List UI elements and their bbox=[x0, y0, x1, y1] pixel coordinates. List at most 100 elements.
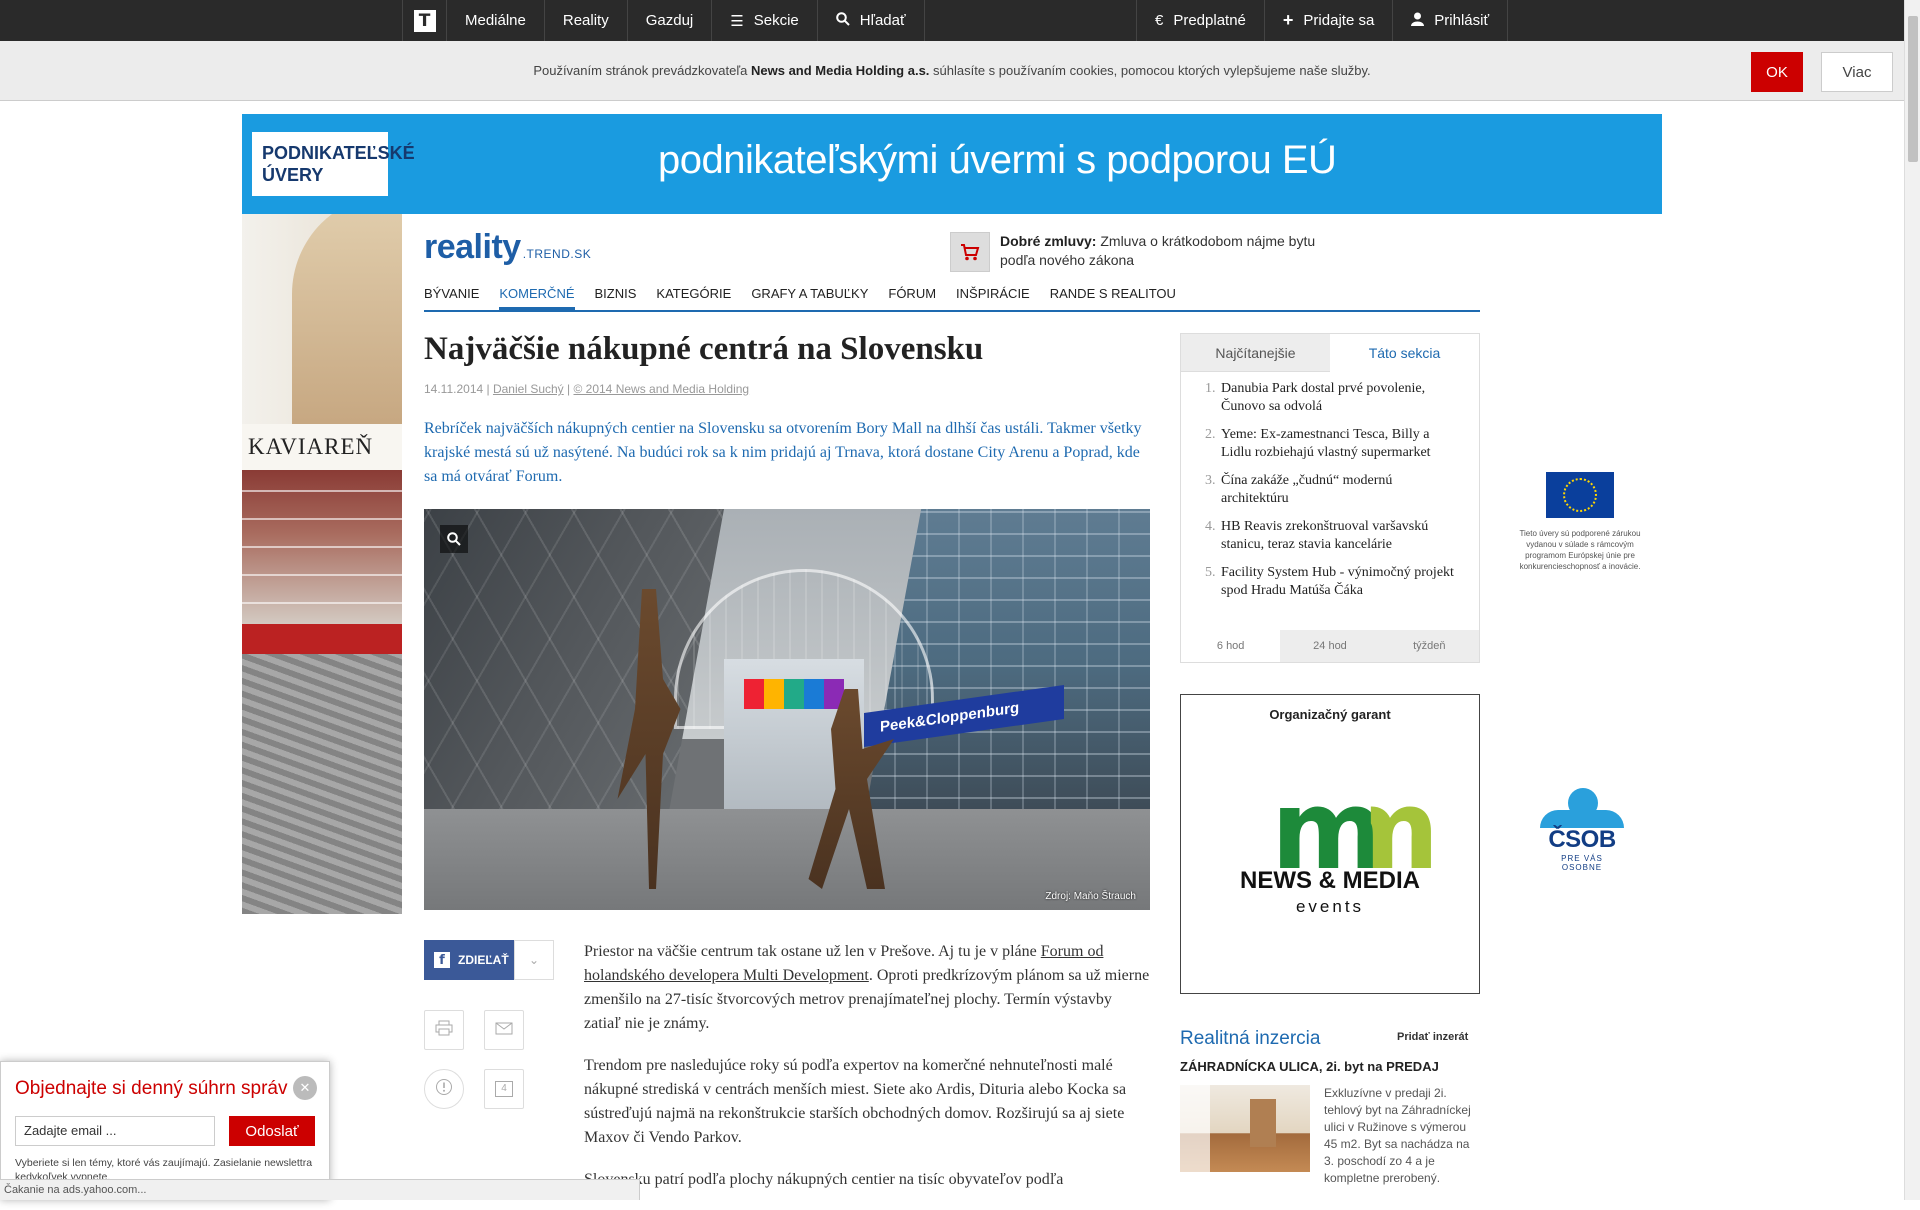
organizer-sub: events bbox=[1295, 897, 1365, 916]
comments-button[interactable]: 4 bbox=[484, 1069, 524, 1109]
user-icon bbox=[1411, 12, 1425, 30]
article-date: 14.11.2014 bbox=[424, 382, 484, 396]
list-item[interactable]: 5. Facility System Hub - výnimočný projek… bbox=[1205, 564, 1459, 600]
banner-ad-logo: PODNIKATEĽSKÉ ÚVERY bbox=[252, 132, 415, 196]
cookie-message: Používaním stránok prevádzkovateľa News … bbox=[533, 63, 1371, 78]
top-nav-gazduj[interactable]: Gazduj bbox=[626, 0, 712, 41]
newsletter-send-button[interactable]: Odoslať bbox=[229, 1116, 315, 1146]
trend-logo-button[interactable]: T bbox=[402, 0, 446, 41]
nav-rande-s-realitou[interactable]: Rande s realitou bbox=[1050, 276, 1176, 310]
close-icon[interactable]: ✕ bbox=[293, 1076, 317, 1100]
tab-tato-sekcia[interactable]: Táto sekcia bbox=[1330, 334, 1479, 372]
period-24-hod[interactable]: 24 hod bbox=[1280, 630, 1379, 662]
scrollbar-thumb[interactable] bbox=[1908, 16, 1918, 162]
browser-status-bar: Čakanie na ads.yahoo.com... bbox=[0, 1179, 640, 1200]
classified-headline[interactable]: ZÁHRADNÍCKA ULICA, 2i. byt na PREDAJ bbox=[1180, 1059, 1439, 1074]
csob-name: ČSOB bbox=[1548, 826, 1616, 853]
classified-description: Exkluzívne v predaji 2i. tehlový byt na … bbox=[1324, 1086, 1471, 1185]
search-icon bbox=[835, 11, 850, 30]
trend-logo-icon: T bbox=[413, 9, 436, 32]
classified-photo[interactable] bbox=[1180, 1085, 1310, 1172]
nav-forum[interactable]: Fórum bbox=[888, 276, 936, 310]
nav-grafy-a-tabulky[interactable]: Grafy a tabuľky bbox=[751, 276, 868, 310]
organizer-name: NEWS & MEDIA bbox=[1240, 867, 1420, 894]
nav-byvanie[interactable]: Bývanie bbox=[424, 276, 479, 310]
facebook-share-button[interactable]: f ZDIEĽAŤ bbox=[424, 940, 514, 980]
add-classified-link[interactable]: Pridať inzerát bbox=[1397, 1031, 1468, 1043]
section-navigation: Bývanie Komerčné Biznis Kategórie Grafy … bbox=[424, 276, 1480, 312]
nav-kategorie[interactable]: Kategórie bbox=[656, 276, 731, 310]
photo-credit: Zdroj: Maňo Štrauch bbox=[1045, 891, 1136, 902]
share-more-dropdown[interactable]: ⌄ bbox=[514, 940, 554, 980]
skyscraper-ad-cafe[interactable]: KAVIAREŇ bbox=[242, 214, 402, 914]
promo-text: Dobré zmluvy: Zmluva o krátkodobom nájme… bbox=[1000, 233, 1316, 268]
zoom-icon[interactable] bbox=[440, 525, 468, 553]
top-nav-reality[interactable]: Reality bbox=[543, 0, 627, 41]
top-nav-medialne[interactable]: Mediálne bbox=[446, 0, 544, 41]
article-body: Priestor na väčšie centrum tak ostane už… bbox=[584, 940, 1150, 1210]
article-photo[interactable]: Peek&Cloppenburg Zdroj: Maňo Štrauch bbox=[424, 509, 1150, 910]
news-media-logo-mark: m bbox=[1271, 766, 1386, 894]
page-scrollbar[interactable] bbox=[1904, 0, 1920, 1200]
banner-ad-headline: podnikateľskými úvermi s podporou EÚ bbox=[658, 138, 1337, 182]
article-paragraph: Trendom pre nasledujúce roky sú podľa ex… bbox=[584, 1057, 1127, 1146]
cookie-consent-bar: Používaním stránok prevádzkovateľa News … bbox=[0, 41, 1904, 101]
eu-ad-text: Tieto úvery sú podporené zárukou vydanou… bbox=[1519, 529, 1641, 571]
period-tyzden[interactable]: týždeň bbox=[1380, 630, 1479, 662]
article-lead: Rebríček najväčších nákupných centier na… bbox=[424, 420, 1142, 485]
most-read-widget: Najčítanejšie Táto sekcia 1. Danubia Park… bbox=[1180, 333, 1480, 663]
facebook-icon: f bbox=[434, 952, 450, 968]
email-field[interactable]: Zadajte email ... bbox=[15, 1116, 215, 1146]
article-paragraph: Slovensku patrí podľa plochy nákupných c… bbox=[584, 1171, 1064, 1188]
top-nav-predplatne[interactable]: € Predplatné bbox=[1136, 0, 1264, 41]
list-item[interactable]: 4. HB Reavis zrekonštruoval varšavskú sta… bbox=[1205, 518, 1459, 554]
print-button[interactable] bbox=[424, 1010, 464, 1050]
article-copyright-link[interactable]: © 2014 News and Media Holding bbox=[573, 382, 749, 396]
euro-icon: € bbox=[1155, 12, 1164, 29]
article-title: Najväčšie nákupné centrá na Slovensku bbox=[424, 331, 984, 367]
print-icon bbox=[435, 1020, 453, 1040]
period-6-hod[interactable]: 6 hod bbox=[1181, 630, 1281, 662]
report-button[interactable] bbox=[424, 1069, 464, 1109]
list-item[interactable]: 1. Danubia Park dostal prvé povolenie, Ču… bbox=[1205, 380, 1459, 416]
organizer-ad[interactable]: Organizačný garant m m NEWS & MEDIA even… bbox=[1180, 694, 1480, 994]
period-switcher: 6 hod 24 hod týždeň bbox=[1181, 630, 1479, 662]
article-meta: 14.11.2014 | Daniel Suchý | © 2014 News … bbox=[424, 382, 750, 396]
banner-ad[interactable]: PODNIKATEĽSKÉ ÚVERY podnikateľskými úver… bbox=[242, 114, 1662, 214]
article-paragraph: Priestor na väčšie centrum tak ostane už… bbox=[584, 943, 1150, 1032]
envelope-icon bbox=[495, 1022, 513, 1039]
top-nav-sekcie[interactable]: ☰ Sekcie bbox=[711, 0, 816, 41]
top-nav-pridajte-sa[interactable]: + Pridajte sa bbox=[1263, 0, 1392, 41]
plus-icon: + bbox=[1282, 10, 1294, 30]
comment-icon: 4 bbox=[495, 1081, 513, 1097]
cookie-ok-button[interactable]: OK bbox=[1751, 52, 1803, 92]
list-item[interactable]: 3. Čína zakáže „čudnú“ modernú architektú… bbox=[1205, 472, 1459, 508]
cookie-more-button[interactable]: Viac bbox=[1821, 52, 1893, 92]
eu-flag-icon bbox=[1546, 472, 1614, 518]
newsletter-title: Objednajte si denný súhrn správ bbox=[15, 1078, 288, 1099]
most-read-list: 1. Danubia Park dostal prvé povolenie, Ču… bbox=[1181, 372, 1479, 600]
eu-guarantee-ad[interactable]: Tieto úvery sú podporené zárukou vydanou… bbox=[1516, 472, 1644, 572]
nav-inspiracie[interactable]: Inšpirácie bbox=[956, 276, 1030, 310]
menu-icon: ☰ bbox=[730, 12, 744, 30]
top-nav-prihlasit[interactable]: Prihlásiť bbox=[1392, 0, 1509, 41]
ad-pavement bbox=[242, 654, 402, 914]
top-nav-left: T Mediálne Reality Gazduj ☰ Sekcie Hľadať bbox=[402, 0, 925, 41]
article-author-link[interactable]: Daniel Suchý bbox=[493, 382, 564, 396]
reality-trend-logo[interactable]: reality .TREND.SK bbox=[424, 228, 591, 267]
exclamation-icon bbox=[435, 1078, 453, 1100]
classifieds-title[interactable]: Realitná inzercia bbox=[1180, 1028, 1320, 1050]
list-item[interactable]: 2. Yeme: Ex-zamestnanci Tesca, Billy a Li… bbox=[1205, 426, 1459, 462]
chevron-down-icon: ⌄ bbox=[528, 953, 540, 967]
top-nav-right: € Predplatné + Pridajte sa Prihlásiť bbox=[1136, 0, 1509, 41]
csob-slogan: PRE VÁS OSOBNE bbox=[1561, 854, 1603, 872]
top-nav-hladat[interactable]: Hľadať bbox=[816, 0, 925, 41]
email-button[interactable] bbox=[484, 1010, 524, 1050]
csob-ad[interactable]: ČSOB PRE VÁS OSOBNE bbox=[1540, 788, 1624, 872]
nav-biznis[interactable]: Biznis bbox=[595, 276, 637, 310]
nav-komercne[interactable]: Komerčné bbox=[499, 276, 575, 310]
ad-cafe-sign: KAVIAREŇ bbox=[242, 424, 402, 470]
tab-najcitanejsie[interactable]: Najčítanejšie bbox=[1181, 334, 1330, 372]
organizer-title: Organizačný garant bbox=[1269, 707, 1391, 722]
cart-icon bbox=[950, 232, 990, 272]
